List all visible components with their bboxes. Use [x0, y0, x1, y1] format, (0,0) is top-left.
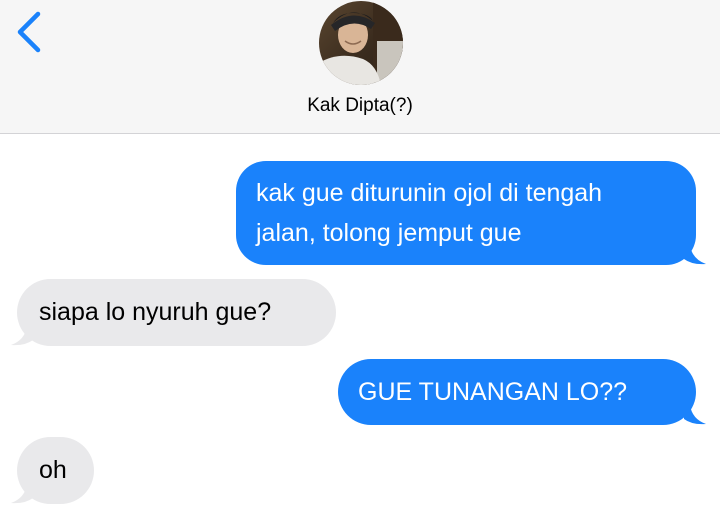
message-text: GUE TUNANGAN LO??	[358, 378, 628, 406]
message-text-line: jalan, tolong jemput gue	[256, 219, 522, 247]
message-text: oh	[39, 456, 67, 484]
message-bubble-outgoing[interactable]: GUE TUNANGAN LO??	[338, 359, 696, 425]
conversation-header: Kak Dipta(?)	[0, 0, 720, 134]
message-text: siapa lo nyuruh gue?	[39, 298, 272, 326]
contact-name[interactable]: Kak Dipta(?)	[0, 94, 720, 118]
contact-avatar[interactable]	[319, 1, 403, 85]
bubble-tail-outgoing	[684, 405, 706, 425]
bubble-tail-incoming	[11, 326, 33, 346]
message-text-line: kak gue diturunin ojol di tengah	[256, 179, 603, 207]
message-bubble-incoming[interactable]: siapa lo nyuruh gue?	[17, 279, 336, 346]
avatar-photo	[319, 1, 403, 85]
chevron-left-icon	[17, 11, 41, 53]
back-button[interactable]	[10, 10, 54, 62]
message-bubble-outgoing[interactable]: kak gue diturunin ojol di tengah jalan, …	[236, 161, 696, 265]
bubble-tail-incoming	[11, 484, 33, 504]
message-list: kak gue diturunin ojol di tengah jalan, …	[0, 134, 720, 519]
bubble-tail-outgoing	[684, 245, 706, 265]
